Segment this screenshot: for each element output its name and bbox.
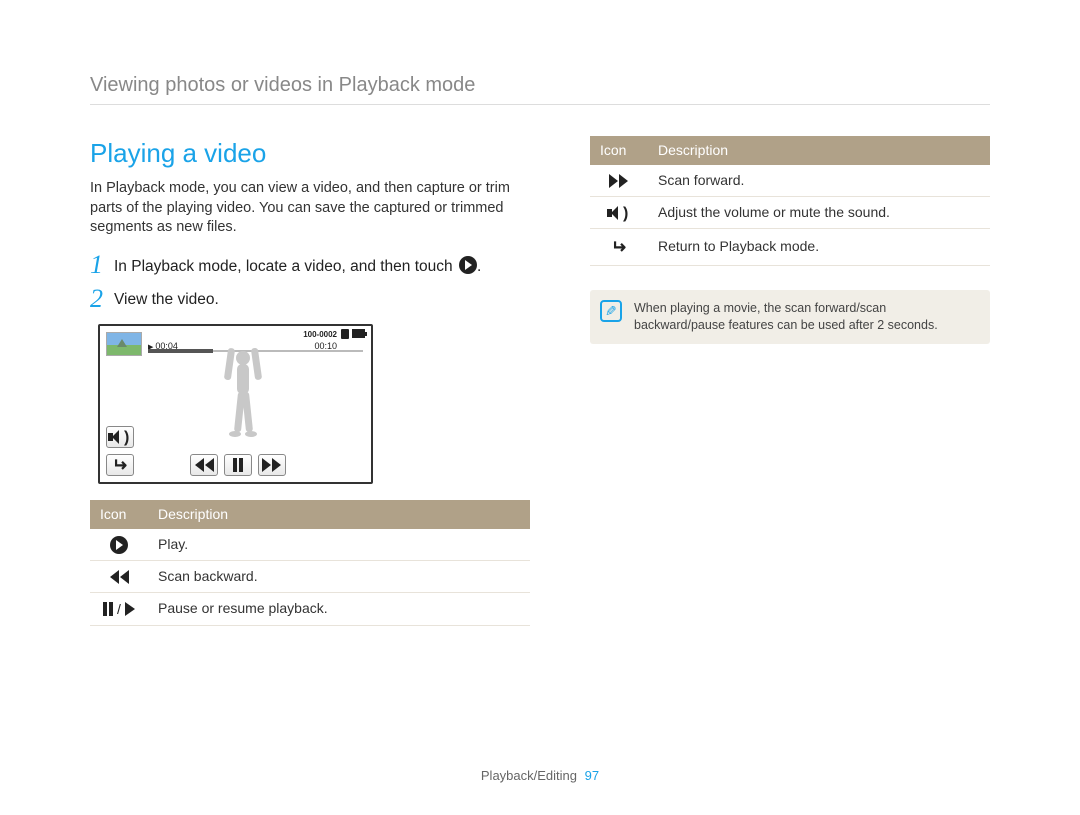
table-row: Scan forward. bbox=[590, 165, 990, 196]
step-text-suffix: . bbox=[477, 258, 481, 275]
footer-section: Playback/Editing bbox=[481, 768, 577, 783]
table-row: ↵ Return to Playback mode. bbox=[590, 228, 990, 265]
rewind-button[interactable] bbox=[190, 454, 218, 476]
page-header: Viewing photos or videos in Playback mod… bbox=[90, 72, 475, 99]
step-number: 1 bbox=[90, 252, 114, 278]
step-text-prefix: In Playback mode, locate a video, and th… bbox=[114, 258, 457, 275]
desc-cell: Return to Playback mode. bbox=[648, 228, 990, 265]
page-footer: Playback/Editing 97 bbox=[0, 767, 1080, 785]
th-desc: Description bbox=[648, 136, 990, 165]
video-content-silhouette bbox=[218, 348, 268, 448]
table-row: Adjust the volume or mute the sound. bbox=[590, 196, 990, 228]
icon-table-right: Icon Description Scan forward. Adjust th… bbox=[590, 136, 990, 266]
desc-cell: Scan forward. bbox=[648, 165, 990, 196]
th-icon: Icon bbox=[90, 500, 148, 529]
icon-table-left: Icon Description Play. Scan backward. / … bbox=[90, 500, 530, 626]
rewind-icon bbox=[109, 570, 129, 584]
note-box: When playing a movie, the scan forward/s… bbox=[590, 290, 990, 344]
table-row: Scan backward. bbox=[90, 560, 530, 592]
step-2: 2 View the video. bbox=[90, 286, 530, 312]
return-icon: ↵ bbox=[611, 235, 626, 259]
table-row: Play. bbox=[90, 529, 530, 561]
pause-button[interactable] bbox=[224, 454, 252, 476]
table-row: / Pause or resume playback. bbox=[90, 592, 530, 625]
desc-cell: Adjust the volume or mute the sound. bbox=[648, 196, 990, 228]
desc-cell: Pause or resume playback. bbox=[148, 592, 530, 625]
page-number: 97 bbox=[585, 768, 599, 783]
play-icon bbox=[459, 256, 477, 274]
back-button[interactable]: ↵ bbox=[106, 454, 134, 476]
step-number: 2 bbox=[90, 286, 114, 312]
note-text: When playing a movie, the scan forward/s… bbox=[634, 301, 938, 332]
intro-text: In Playback mode, you can view a video, … bbox=[90, 179, 530, 238]
thumbnail-icon bbox=[106, 332, 142, 356]
divider bbox=[90, 104, 990, 105]
right-column: Icon Description Scan forward. Adjust th… bbox=[590, 136, 990, 344]
th-desc: Description bbox=[148, 500, 530, 529]
volume-wave-icon bbox=[625, 206, 631, 220]
step-1: 1 In Playback mode, locate a video, and … bbox=[90, 252, 530, 278]
forward-button[interactable] bbox=[258, 454, 286, 476]
video-screen-mock: 100-0002 00:04 00:10 ↵ bbox=[98, 324, 373, 484]
step-text: In Playback mode, locate a video, and th… bbox=[114, 252, 481, 278]
forward-icon bbox=[609, 174, 629, 188]
volume-button[interactable] bbox=[106, 426, 134, 448]
battery-icon bbox=[352, 329, 365, 338]
play-icon bbox=[110, 536, 128, 554]
section-title: Playing a video bbox=[90, 136, 530, 171]
left-column: Playing a video In Playback mode, you ca… bbox=[90, 136, 530, 626]
note-icon bbox=[600, 300, 622, 322]
pause-play-icon: / bbox=[103, 600, 135, 619]
card-icon bbox=[341, 329, 349, 339]
desc-cell: Scan backward. bbox=[148, 560, 530, 592]
th-icon: Icon bbox=[590, 136, 648, 165]
step-text: View the video. bbox=[114, 286, 219, 311]
desc-cell: Play. bbox=[148, 529, 530, 561]
